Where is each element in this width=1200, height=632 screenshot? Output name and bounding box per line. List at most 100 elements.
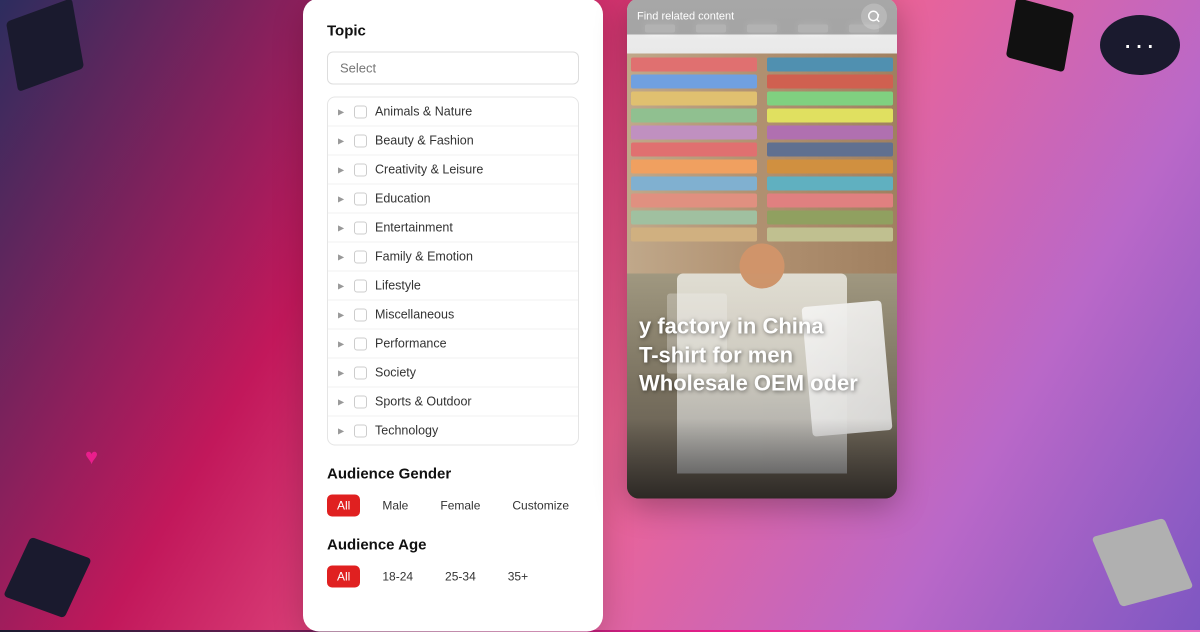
- chat-dots: ···: [1123, 29, 1157, 61]
- audience-gender-section: Audience Gender All Male Female Customize: [327, 466, 579, 517]
- expand-arrow-icon: ▶: [338, 194, 346, 203]
- topic-title: Topic: [327, 23, 579, 40]
- clothes-item: [767, 143, 893, 157]
- clothes-item: [631, 228, 757, 242]
- clothes-item: [767, 92, 893, 106]
- topic-checkbox[interactable]: [354, 134, 367, 147]
- topic-checkbox[interactable]: [354, 424, 367, 437]
- topic-checkbox[interactable]: [354, 221, 367, 234]
- gender-btn-male[interactable]: Male: [372, 495, 418, 517]
- gender-btn-female[interactable]: Female: [430, 495, 490, 517]
- topic-item[interactable]: ▶ Animals & Nature: [328, 98, 578, 127]
- topic-item[interactable]: ▶ Technology: [328, 417, 578, 445]
- clothes-item: [767, 160, 893, 174]
- topic-checkbox[interactable]: [354, 192, 367, 205]
- clothes-item: [631, 160, 757, 174]
- clothes-item: [767, 211, 893, 225]
- age-btn-all[interactable]: All: [327, 566, 360, 588]
- age-buttons: All 18-24 25-34 35+: [327, 566, 579, 588]
- heart-icon: ♥: [85, 444, 98, 470]
- expand-arrow-icon: ▶: [338, 136, 346, 145]
- clothes-item: [631, 143, 757, 157]
- topic-checkbox[interactable]: [354, 366, 367, 379]
- clothes-item: [631, 58, 757, 72]
- topic-checkbox[interactable]: [354, 279, 367, 292]
- gender-btn-all[interactable]: All: [327, 495, 360, 517]
- audience-gender-title: Audience Gender: [327, 466, 579, 483]
- topic-item[interactable]: ▶ Family & Emotion: [328, 243, 578, 272]
- find-related-text: Find related content: [637, 11, 734, 23]
- topic-item[interactable]: ▶ Education: [328, 185, 578, 214]
- clothes-item: [631, 194, 757, 208]
- clothes-item: [767, 194, 893, 208]
- clothes-item: [767, 75, 893, 89]
- expand-arrow-icon: ▶: [338, 281, 346, 290]
- topic-list: ▶ Animals & Nature ▶ Beauty & Fashion ▶ …: [327, 97, 579, 446]
- audience-age-section: Audience Age All18-2425-3435+: [327, 537, 579, 588]
- topic-checkbox[interactable]: [354, 105, 367, 118]
- clothes-item: [631, 126, 757, 140]
- topic-item-label: Family & Emotion: [375, 250, 473, 264]
- age-btn-25-34[interactable]: 25-34: [435, 566, 486, 588]
- expand-arrow-icon: ▶: [338, 368, 346, 377]
- topic-checkbox[interactable]: [354, 337, 367, 350]
- topic-item-label: Education: [375, 192, 431, 206]
- clothes-item: [767, 228, 893, 242]
- expand-arrow-icon: ▶: [338, 165, 346, 174]
- person-head: [740, 244, 785, 289]
- clothes-racks-area: [627, 54, 897, 274]
- topic-item[interactable]: ▶ Performance: [328, 330, 578, 359]
- clothes-item: [767, 126, 893, 140]
- video-text-line-2: T-shirt for men: [639, 341, 885, 370]
- topic-item[interactable]: ▶ Entertainment: [328, 214, 578, 243]
- gender-buttons: All Male Female Customize: [327, 495, 579, 517]
- expand-arrow-icon: ▶: [338, 223, 346, 232]
- topic-select-input[interactable]: [327, 52, 579, 85]
- video-overlay-text: y factory in China T-shirt for men Whole…: [639, 313, 885, 399]
- topic-item[interactable]: ▶ Beauty & Fashion: [328, 127, 578, 156]
- topic-item[interactable]: ▶ Sports & Outdoor: [328, 388, 578, 417]
- clothes-item: [631, 177, 757, 191]
- main-content: Topic ▶ Animals & Nature ▶ Beauty & Fash…: [303, 0, 897, 632]
- topic-item-label: Lifestyle: [375, 279, 421, 293]
- topic-item-label: Animals & Nature: [375, 105, 472, 119]
- topic-item-label: Creativity & Leisure: [375, 163, 483, 177]
- topic-checkbox[interactable]: [354, 308, 367, 321]
- topic-checkbox[interactable]: [354, 395, 367, 408]
- topic-checkbox[interactable]: [354, 250, 367, 263]
- topic-item-label: Beauty & Fashion: [375, 134, 474, 148]
- expand-arrow-icon: ▶: [338, 339, 346, 348]
- clothes-item: [767, 177, 893, 191]
- clothes-item: [631, 75, 757, 89]
- video-bottom-bar: [627, 419, 897, 499]
- gender-btn-customize[interactable]: Customize: [502, 495, 579, 517]
- topic-item-label: Entertainment: [375, 221, 453, 235]
- topic-item-label: Miscellaneous: [375, 308, 454, 322]
- topic-item-label: Sports & Outdoor: [375, 395, 472, 409]
- topic-item[interactable]: ▶ Lifestyle: [328, 272, 578, 301]
- video-top-bar: Find related content: [627, 0, 897, 35]
- topic-item[interactable]: ▶ Society: [328, 359, 578, 388]
- age-btn-35plus[interactable]: 35+: [498, 566, 538, 588]
- search-refresh-icon[interactable]: [861, 4, 887, 30]
- rack-1: [631, 58, 757, 270]
- expand-arrow-icon: ▶: [338, 310, 346, 319]
- clothes-item: [631, 211, 757, 225]
- age-btn-18-24[interactable]: 18-24: [372, 566, 423, 588]
- topic-item-label: Performance: [375, 337, 447, 351]
- video-text-line-3: Wholesale OEM oder: [639, 370, 885, 399]
- topic-item[interactable]: ▶ Miscellaneous: [328, 301, 578, 330]
- clothes-item: [631, 109, 757, 123]
- expand-arrow-icon: ▶: [338, 426, 346, 435]
- topic-item[interactable]: ▶ Creativity & Leisure: [328, 156, 578, 185]
- chat-bubble-icon: ···: [1100, 15, 1180, 75]
- clothes-item: [631, 92, 757, 106]
- right-panel-video: Find related content y factory in China …: [627, 0, 897, 499]
- left-panel: Topic ▶ Animals & Nature ▶ Beauty & Fash…: [303, 0, 603, 632]
- topic-checkbox[interactable]: [354, 163, 367, 176]
- rack-2: [767, 58, 893, 270]
- topic-item-label: Society: [375, 366, 416, 380]
- topic-section: Topic ▶ Animals & Nature ▶ Beauty & Fash…: [327, 23, 579, 446]
- clothes-item: [767, 109, 893, 123]
- expand-arrow-icon: ▶: [338, 107, 346, 116]
